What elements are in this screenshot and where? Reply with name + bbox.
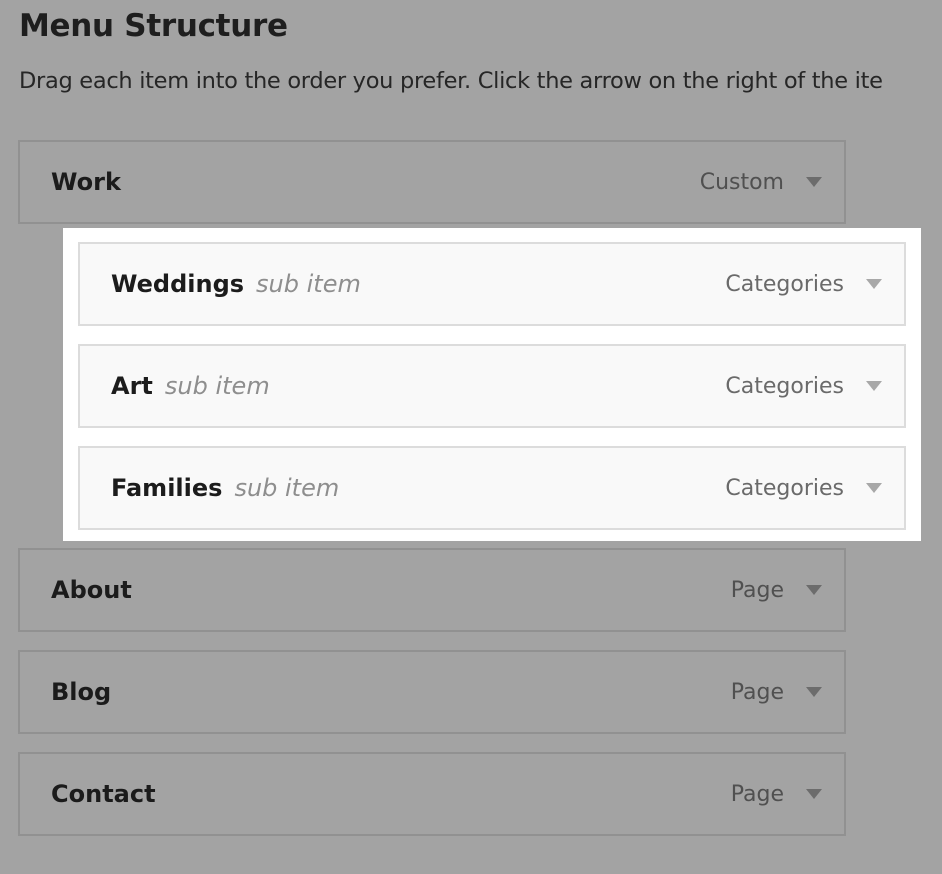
menu-item-work[interactable]: Work Custom <box>18 140 846 224</box>
expand-arrow-icon[interactable] <box>866 381 882 391</box>
menu-item-label: Art sub item <box>111 372 270 400</box>
expand-arrow-icon[interactable] <box>806 789 822 799</box>
sub-item-tag: sub item <box>256 270 361 298</box>
menu-item-type: Categories <box>725 373 844 399</box>
instructions-text: Drag each item into the order you prefer… <box>19 68 883 94</box>
sub-item-tag: sub item <box>234 474 340 502</box>
menu-item-label: Contact <box>51 780 156 808</box>
menu-item-type: Categories <box>725 271 844 297</box>
menu-item-title: Families <box>111 474 223 502</box>
expand-arrow-icon[interactable] <box>806 687 822 697</box>
expand-arrow-icon[interactable] <box>866 279 882 289</box>
expand-arrow-icon[interactable] <box>866 483 882 493</box>
menu-item-type: Page <box>730 781 784 807</box>
menu-item-type: Page <box>730 679 784 705</box>
menu-item-label: Weddings sub item <box>111 270 361 298</box>
menu-item-label: Work <box>51 168 121 196</box>
sub-item-tag: sub item <box>164 372 270 400</box>
expand-arrow-icon[interactable] <box>806 177 822 187</box>
page-title: Menu Structure <box>19 8 288 44</box>
menu-item-art[interactable]: Art sub item Categories <box>78 344 906 428</box>
menu-item-label: About <box>51 576 132 604</box>
menu-item-type: Categories <box>725 475 844 501</box>
menu-item-about[interactable]: About Page <box>18 548 846 632</box>
menu-item-type: Page <box>730 577 784 603</box>
menu-item-contact[interactable]: Contact Page <box>18 752 846 836</box>
expand-arrow-icon[interactable] <box>806 585 822 595</box>
menu-item-label: Families sub item <box>111 474 339 502</box>
menu-item-families[interactable]: Families sub item Categories <box>78 446 906 530</box>
menu-item-blog[interactable]: Blog Page <box>18 650 846 734</box>
menu-item-title: Art <box>111 372 153 400</box>
menu-item-type: Custom <box>699 169 784 195</box>
menu-item-title: Weddings <box>111 270 245 298</box>
menu-item-label: Blog <box>51 678 112 706</box>
menu-item-weddings[interactable]: Weddings sub item Categories <box>78 242 906 326</box>
